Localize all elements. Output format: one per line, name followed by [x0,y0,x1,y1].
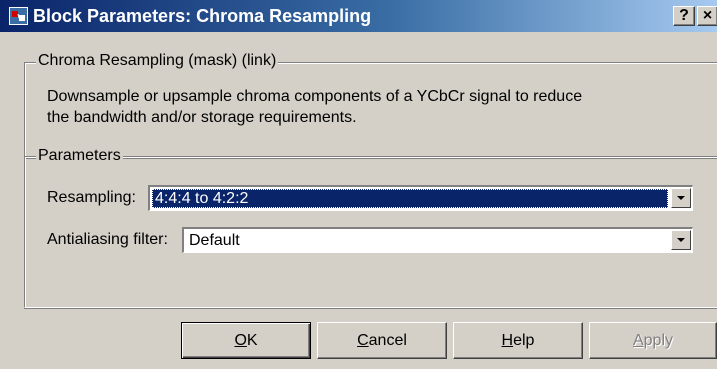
help-button[interactable]: Help [453,322,583,359]
description-group-legend: Chroma Resampling (mask) (link) [36,52,279,70]
window-title: Block Parameters: Chroma Resampling [33,6,372,26]
antialiasing-filter-value: Default [189,232,240,249]
chevron-down-icon[interactable] [671,188,691,208]
ok-button-label: K [246,331,258,349]
description-line-1: Downsample or upsample chroma components… [47,88,583,105]
ok-button[interactable]: OK [181,322,311,359]
close-button[interactable]: × [697,6,717,26]
simulink-block-icon [9,7,28,25]
resampling-dropdown[interactable]: 4:4:4 to 4:2:2 [148,185,693,211]
antialiasing-filter-label: Antialiasing filter: [47,231,168,248]
help-button-label: elp [513,331,535,349]
chevron-down-icon[interactable] [671,230,691,250]
context-help-button[interactable]: ? [673,6,695,26]
title-bar[interactable]: Block Parameters: Chroma Resampling ? × [0,0,717,32]
cancel-button-accel: C [357,331,369,349]
apply-button[interactable]: Apply [589,322,717,359]
block-parameters-dialog: Block Parameters: Chroma Resampling ? × … [0,0,717,369]
cancel-button-label: ancel [368,331,407,349]
ok-button-accel: O [234,331,247,349]
help-button-accel: H [501,331,514,349]
resampling-value: 4:4:4 to 4:2:2 [152,189,668,208]
apply-button-accel: A [632,331,644,349]
apply-button-label: pply [643,331,674,349]
parameters-group-legend: Parameters [36,147,123,165]
resampling-label: Resampling: [47,189,136,206]
description-line-2: the bandwidth and/or storage requirement… [47,109,357,126]
cancel-button[interactable]: Cancel [317,322,447,359]
antialiasing-filter-dropdown[interactable]: Default [182,227,693,253]
